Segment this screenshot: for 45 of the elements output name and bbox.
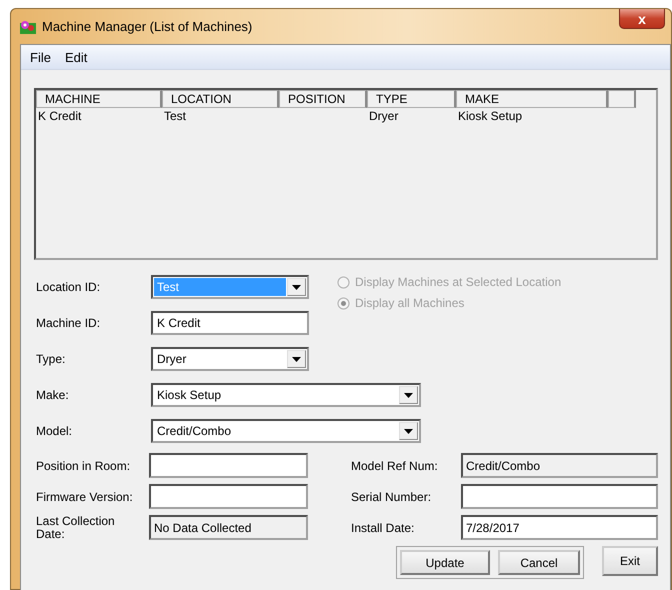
dropdown[interactable]: Dryer: [151, 347, 309, 371]
radio-label: Display Machines at Selected Location: [355, 275, 562, 289]
table-cell-text: Dryer: [368, 108, 400, 122]
column-header[interactable]: [608, 90, 636, 108]
field-label: Make:: [36, 388, 70, 402]
column-header[interactable]: TYPE: [367, 90, 456, 108]
input-field[interactable]: 7/28/2017: [461, 515, 658, 540]
window-title: Machine Manager (List of Machines): [42, 19, 252, 34]
field-label: Type:: [36, 352, 66, 366]
radio-label: Display all Machines: [355, 296, 464, 310]
column-header[interactable]: LOCATION: [162, 90, 279, 108]
field-label: Firmware Version:: [36, 490, 134, 504]
field-label: Position in Room:: [36, 458, 132, 472]
field-label: Machine ID:: [36, 316, 102, 330]
input-field[interactable]: No Data Collected: [149, 515, 308, 540]
input-field[interactable]: [461, 484, 658, 509]
caret-icon: [404, 428, 413, 434]
input-field[interactable]: Credit/Combo: [461, 453, 658, 478]
field-label: Model:: [36, 424, 74, 438]
action-button[interactable]: Cancel: [498, 550, 580, 575]
dropdown[interactable]: Credit/Combo: [151, 419, 421, 443]
dropdown[interactable]: Kiosk Setup: [151, 383, 421, 407]
action-button[interactable]: Update: [400, 550, 490, 575]
caret-icon: [292, 284, 301, 290]
field-label: Install Date:: [351, 520, 416, 534]
input-field[interactable]: [149, 453, 308, 478]
field-label: Location ID:: [36, 280, 102, 294]
close-button[interactable]: x: [619, 9, 665, 29]
input-field[interactable]: K Credit: [151, 311, 309, 335]
menu-item[interactable]: Edit: [58, 48, 94, 66]
table-cell-text: Test: [163, 108, 188, 122]
input-field[interactable]: [149, 484, 308, 509]
table-cell-text: K Credit: [37, 108, 82, 122]
action-button[interactable]: Exit: [602, 546, 658, 576]
field-label: Model Ref Num:: [351, 458, 439, 472]
gears-icon: [20, 20, 36, 34]
caret-icon: [292, 356, 301, 362]
table-cell-text: Kiosk Setup: [457, 108, 524, 122]
caret-icon: [404, 392, 413, 398]
column-header[interactable]: POSITION: [279, 90, 367, 108]
column-header[interactable]: MAKE: [456, 90, 608, 108]
column-header[interactable]: MACHINE: [36, 90, 162, 108]
field-label: Serial Number:: [351, 490, 432, 504]
field-label: Last Collection Date:: [36, 514, 116, 540]
menu-item[interactable]: File: [23, 48, 58, 66]
